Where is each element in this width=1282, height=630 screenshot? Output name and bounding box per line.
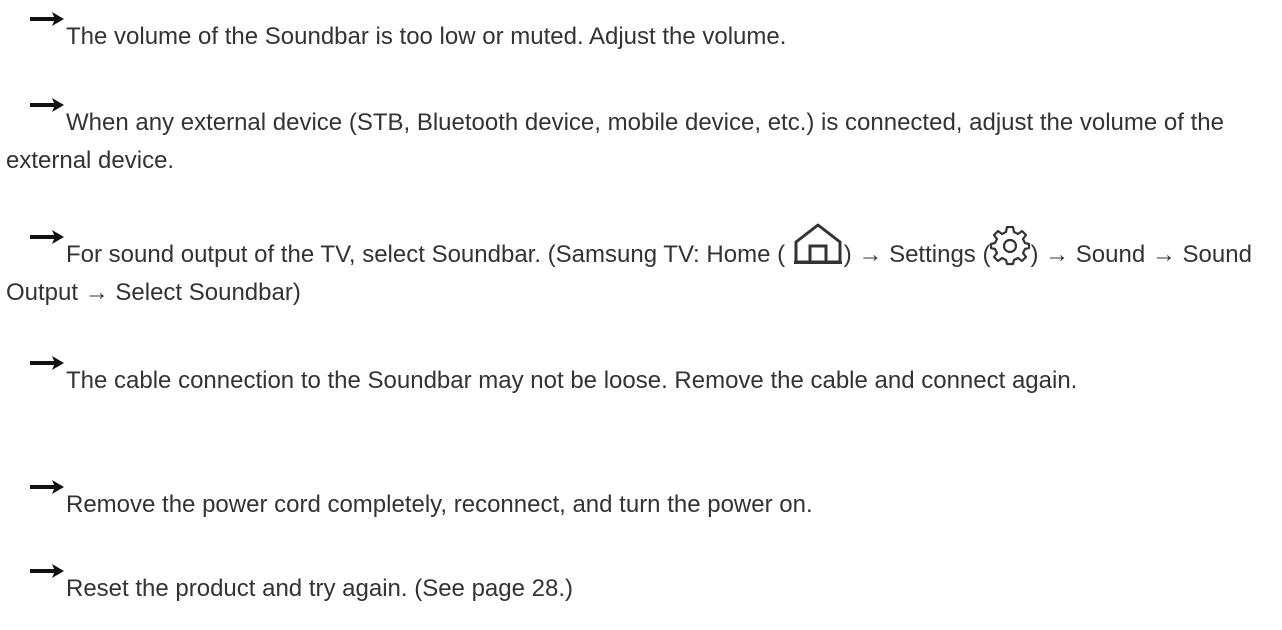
item-text-part-a: For sound output of the TV, select Sound… [66,241,786,268]
right-arrow-icon [30,356,64,370]
list-item: When any external device (STB, Bluetooth… [6,98,1276,180]
item-text: When any external device (STB, Bluetooth… [6,109,1224,174]
right-arrow-icon [30,98,64,112]
item-text: Reset the product and try again. (See pa… [66,575,573,602]
list-item: For sound output of the TV, select Sound… [6,222,1276,312]
list-item: The volume of the Soundbar is too low or… [6,12,1276,56]
right-arrow-icon [30,230,64,244]
right-arrow-icon [30,12,64,26]
item-text: The cable connection to the Soundbar may… [66,367,1078,394]
list-item: The cable connection to the Soundbar may… [6,356,1276,400]
gear-icon [990,226,1031,266]
list-item: Remove the power cord completely, reconn… [6,480,1276,524]
item-text: Remove the power cord completely, reconn… [66,491,813,518]
right-arrow-icon [30,564,64,578]
item-text-part-b: ) → Settings ( [843,241,991,268]
home-icon [792,222,844,266]
item-text: The volume of the Soundbar is too low or… [66,23,787,50]
list-item: Reset the product and try again. (See pa… [6,564,1276,608]
right-arrow-icon [30,480,64,494]
